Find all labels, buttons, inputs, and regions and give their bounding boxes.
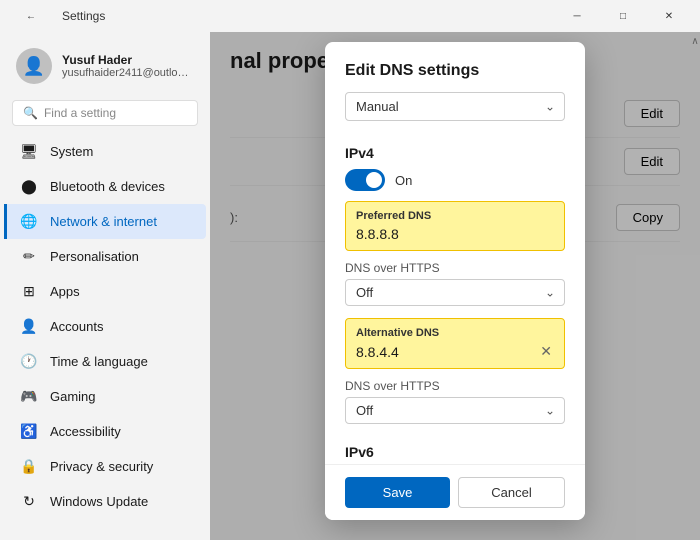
alternative-https-select[interactable]: Off On (automatic) — [345, 397, 565, 424]
gaming-icon: 🎮 — [20, 388, 38, 405]
update-icon: ↻ — [20, 493, 38, 510]
titlebar-controls: ─ □ ✕ — [554, 0, 692, 32]
close-button[interactable]: ✕ — [646, 0, 692, 32]
mode-select[interactable]: Manual Automatic (DHCP) — [345, 92, 565, 121]
sidebar-item-network[interactable]: 🌐 Network & internet — [4, 204, 206, 239]
sidebar-item-system[interactable]: 🖥 System — [4, 134, 206, 169]
maximize-button[interactable]: □ — [600, 0, 646, 32]
sidebar-item-label: Privacy & security — [50, 459, 153, 474]
maximize-icon: □ — [620, 11, 626, 22]
time-icon: 🕐 — [20, 353, 38, 370]
preferred-dns-value[interactable]: 8.8.8.8 — [356, 226, 554, 242]
ipv4-section-title: IPv4 — [345, 145, 565, 161]
modal-overlay: Edit DNS settings Manual Automatic (DHCP… — [210, 32, 700, 540]
sidebar-item-label: Apps — [50, 284, 80, 299]
alternative-dns-label: Alternative DNS — [356, 327, 554, 339]
mode-select-wrapper: Manual Automatic (DHCP) — [345, 92, 565, 121]
sidebar-item-windows-update[interactable]: ↻ Windows Update — [4, 484, 206, 519]
preferred-dns-label: Preferred DNS — [356, 210, 554, 222]
modal-footer: Save Cancel — [325, 464, 585, 520]
sidebar-item-accessibility[interactable]: ♿ Accessibility — [4, 414, 206, 449]
minimize-button[interactable]: ─ — [554, 0, 600, 32]
sidebar-item-label: Personalisation — [50, 249, 139, 264]
bluetooth-icon: ⬤ — [20, 178, 38, 195]
sidebar-item-label: Time & language — [50, 354, 148, 369]
system-icon: 🖥 — [20, 143, 38, 160]
back-button[interactable]: ← — [8, 0, 54, 32]
apps-icon: ⊞ — [20, 283, 38, 300]
search-icon: 🔍 — [23, 106, 38, 120]
titlebar: ← Settings ─ □ ✕ — [0, 0, 700, 32]
ipv6-section-title: IPv6 — [345, 436, 565, 464]
alternative-dns-clear-button[interactable]: ✕ — [538, 343, 554, 360]
search-placeholder: Find a setting — [44, 106, 116, 120]
modal-title: Edit DNS settings — [345, 62, 565, 80]
sidebar-item-label: Network & internet — [50, 214, 157, 229]
sidebar-item-label: Gaming — [50, 389, 96, 404]
sidebar-item-apps[interactable]: ⊞ Apps — [4, 274, 206, 309]
sidebar-item-bluetooth[interactable]: ⬤ Bluetooth & devices — [4, 169, 206, 204]
titlebar-title: Settings — [62, 9, 105, 23]
preferred-https-select-wrapper: Off On (automatic) — [345, 279, 565, 306]
alternative-https-select-wrapper: Off On (automatic) — [345, 397, 565, 424]
privacy-icon: 🔒 — [20, 458, 38, 475]
preferred-https-select[interactable]: Off On (automatic) — [345, 279, 565, 306]
sidebar-item-time[interactable]: 🕐 Time & language — [4, 344, 206, 379]
sidebar-item-label: Windows Update — [50, 494, 148, 509]
sidebar-item-label: Bluetooth & devices — [50, 179, 165, 194]
modal-header: Edit DNS settings Manual Automatic (DHCP… — [325, 42, 585, 133]
titlebar-left: ← Settings — [8, 0, 105, 32]
preferred-dns-field: Preferred DNS 8.8.8.8 — [345, 201, 565, 251]
accessibility-icon: ♿ — [20, 423, 38, 440]
avatar: 👤 — [16, 48, 52, 84]
main-content: nal properties ∧ Edit Edit ): Copy Edit … — [210, 32, 700, 540]
avatar-icon: 👤 — [23, 56, 45, 77]
personalisation-icon: ✏ — [20, 248, 38, 265]
sidebar-item-personalisation[interactable]: ✏ Personalisation — [4, 239, 206, 274]
sidebar-item-privacy[interactable]: 🔒 Privacy & security — [4, 449, 206, 484]
cancel-button[interactable]: Cancel — [458, 477, 565, 508]
modal-body: IPv4 On Preferred DNS 8.8.8.8 DNS over H… — [325, 133, 585, 464]
sidebar-item-label: Accessibility — [50, 424, 121, 439]
close-icon: ✕ — [665, 11, 673, 22]
network-icon: 🌐 — [20, 213, 38, 230]
alternative-https-label: DNS over HTTPS — [345, 379, 565, 393]
back-icon: ← — [26, 11, 36, 22]
minimize-icon: ─ — [573, 11, 580, 22]
ipv4-toggle-row: On — [345, 169, 565, 191]
alternative-dns-input-row: 8.8.4.4 ✕ — [356, 343, 554, 360]
user-info: Yusuf Hader yusufhaider2411@outlook.c... — [62, 53, 194, 79]
sidebar-item-accounts[interactable]: 👤 Accounts — [4, 309, 206, 344]
user-name: Yusuf Hader — [62, 53, 194, 67]
sidebar-nav: 🖥 System ⬤ Bluetooth & devices 🌐 Network… — [0, 134, 210, 532]
user-email: yusufhaider2411@outlook.c... — [62, 67, 194, 79]
sidebar-item-gaming[interactable]: 🎮 Gaming — [4, 379, 206, 414]
accounts-icon: 👤 — [20, 318, 38, 335]
app-body: 👤 Yusuf Hader yusufhaider2411@outlook.c.… — [0, 32, 700, 540]
dns-settings-modal: Edit DNS settings Manual Automatic (DHCP… — [325, 42, 585, 520]
search-bar[interactable]: 🔍 Find a setting — [12, 100, 198, 126]
preferred-https-label: DNS over HTTPS — [345, 261, 565, 275]
sidebar-item-label: System — [50, 144, 93, 159]
alternative-dns-value[interactable]: 8.8.4.4 — [356, 344, 399, 360]
toggle-label: On — [395, 173, 412, 188]
save-button[interactable]: Save — [345, 477, 450, 508]
ipv4-toggle[interactable] — [345, 169, 385, 191]
sidebar: 👤 Yusuf Hader yusufhaider2411@outlook.c.… — [0, 32, 210, 540]
sidebar-item-label: Accounts — [50, 319, 103, 334]
sidebar-user: 👤 Yusuf Hader yusufhaider2411@outlook.c.… — [0, 40, 210, 96]
alternative-dns-field: Alternative DNS 8.8.4.4 ✕ — [345, 318, 565, 369]
